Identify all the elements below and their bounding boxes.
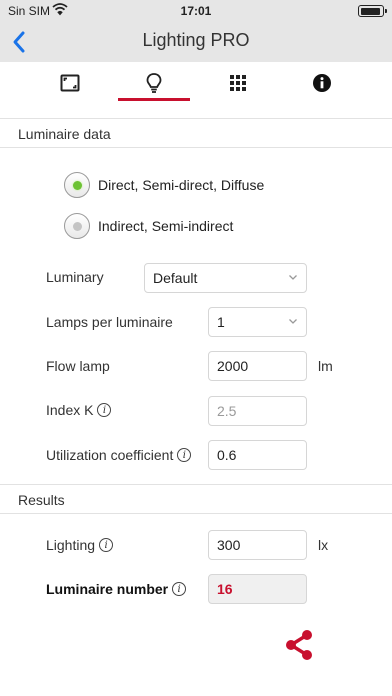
lighting-label: Lighting	[46, 537, 96, 553]
page-title: Lighting PRO	[142, 30, 250, 50]
navigation-bar: Lighting PRO	[0, 22, 392, 62]
flow-lamp-label: Flow lamp	[46, 358, 110, 374]
utilization-coefficient-label-row: Utilization coefficient i	[46, 447, 192, 463]
lighting-label-row: Lighting i	[46, 537, 114, 553]
chevron-down-icon	[289, 275, 297, 280]
luminary-label: Luminary	[46, 269, 104, 285]
grid-icon	[230, 75, 246, 91]
info-circle-icon[interactable]: i	[172, 582, 187, 596]
area-icon	[60, 74, 80, 92]
battery-icon	[358, 5, 387, 17]
flow-lamp-unit: lm	[318, 358, 333, 374]
lighting-input[interactable]: 300	[208, 530, 307, 560]
radio-indirect-semiindirect[interactable]: Indirect, Semi-indirect	[64, 213, 233, 239]
radio-direct-semidirect-diffuse[interactable]: Direct, Semi-direct, Diffuse	[64, 172, 264, 198]
flow-lamp-input[interactable]: 2000	[208, 351, 307, 381]
lamps-per-luminaire-value: 1	[217, 314, 225, 330]
radio-label: Indirect, Semi-indirect	[98, 218, 234, 234]
radio-button-unselected[interactable]	[64, 213, 90, 239]
status-bar: Sin SIM 17:01	[0, 0, 392, 22]
tab-area[interactable]	[30, 62, 110, 104]
tab-grid[interactable]	[198, 62, 278, 104]
luminary-select[interactable]: Default	[144, 263, 307, 293]
share-icon[interactable]	[282, 628, 316, 662]
section-header-results: Results	[0, 484, 392, 514]
luminaire-number-label: Luminaire number	[46, 581, 169, 597]
info-icon	[313, 74, 331, 92]
tab-info[interactable]	[282, 62, 362, 104]
luminaire-number-label-row: Luminaire number i	[46, 581, 187, 597]
lamps-per-luminaire-select[interactable]: 1	[208, 307, 307, 337]
section-header-luminaire-data: Luminaire data	[0, 118, 392, 148]
status-time: 17:01	[180, 4, 212, 18]
lighting-unit: lx	[318, 537, 329, 553]
luminaire-number-result: 16	[208, 574, 307, 604]
info-circle-icon[interactable]: i	[177, 448, 192, 462]
active-tab-indicator	[118, 98, 190, 101]
info-circle-icon[interactable]: i	[97, 403, 112, 417]
radio-label: Direct, Semi-direct, Diffuse	[98, 177, 265, 193]
chevron-down-icon	[289, 319, 297, 324]
luminary-value: Default	[153, 270, 198, 286]
tab-lighting[interactable]	[114, 62, 194, 104]
luminaire-number-value: 16	[217, 581, 233, 597]
radio-button-selected[interactable]	[64, 172, 90, 198]
index-k-label: Index K	[46, 402, 94, 418]
index-k-field: 2.5	[208, 396, 307, 426]
lightbulb-icon	[146, 73, 162, 93]
utilization-coefficient-value: 0.6	[217, 447, 237, 463]
tab-bar	[0, 62, 392, 104]
utilization-coefficient-input[interactable]: 0.6	[208, 440, 307, 470]
lighting-value: 300	[217, 537, 241, 553]
index-k-label-row: Index K i	[46, 402, 112, 418]
utilization-coefficient-label: Utilization coefficient	[46, 447, 174, 463]
flow-lamp-value: 2000	[217, 358, 249, 374]
lamps-per-luminaire-label: Lamps per luminaire	[46, 314, 173, 330]
info-circle-icon[interactable]: i	[99, 538, 114, 552]
index-k-value: 2.5	[217, 403, 237, 419]
